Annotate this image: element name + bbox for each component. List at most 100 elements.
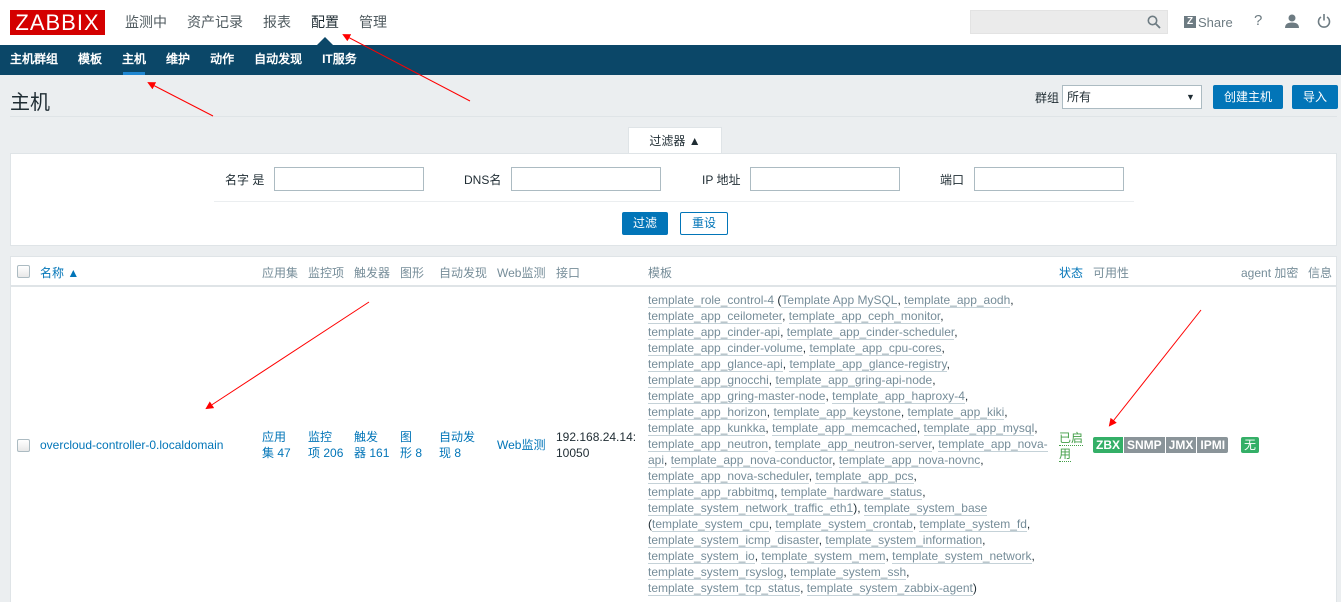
main-menu-inventory[interactable]: 资产记录 [177,0,253,45]
template-link[interactable]: template_app_kiki [907,405,1005,420]
template-link[interactable]: template_system_zabbix-agent [806,581,973,596]
template-link[interactable]: template_app_pcs [815,469,914,484]
template-link[interactable]: template_app_glance-registry [789,357,947,372]
column-name[interactable]: 名称 ▲ [40,264,79,281]
search-input[interactable] [971,11,1141,33]
sub-menu-host-groups[interactable]: 主机群组 [0,45,68,75]
template-link[interactable]: template_app_gnocchi [648,373,769,388]
template-link[interactable]: template_app_nova-scheduler [648,469,809,484]
template-link[interactable]: template_app_haproxy-4 [832,389,965,404]
discovery-link[interactable]: 自动发 现 8 [439,429,489,461]
template-link[interactable]: template_app_ceilometer [648,309,783,324]
template-link[interactable]: Template App MySQL [781,293,898,308]
template-link[interactable]: template_system_network [892,549,1032,564]
filter-toggle-tab[interactable]: 过滤器 ▲ [628,127,722,154]
template-link[interactable]: template_system_icmp_disaster [648,533,819,548]
sub-menu-discovery[interactable]: 自动发现 [244,45,312,75]
template-link[interactable]: template_app_cinder-scheduler [786,325,955,340]
filter-port-input[interactable] [974,167,1125,191]
template-separator: , [946,357,950,371]
hosts-table: 名称 ▲ 应用集 监控项 触发器 图形 自动发现 Web监测 接口 模板 状态 … [10,256,1337,602]
template-link[interactable]: template_app_aodh [904,293,1011,308]
sub-menu-hosts[interactable]: 主机 [112,45,156,75]
template-link[interactable]: template_hardware_status [780,485,923,500]
create-host-button[interactable]: 创建主机 [1212,85,1283,109]
import-button[interactable]: 导入 [1291,85,1338,109]
column-applications: 应用集 [262,266,299,280]
sub-menu-it-services[interactable]: IT服务 [312,45,367,75]
share-button[interactable]: Z Share [1184,14,1233,30]
filter-ip-input[interactable] [750,167,901,191]
main-menu: 监测中 资产记录 报表 配置 管理 [115,0,397,45]
template-link[interactable]: template_app_keystone [773,405,901,420]
interface-port: 10050 [556,446,590,460]
template-link[interactable]: template_app_neutron [648,437,769,452]
host-name-link[interactable]: overcloud-controller-0.localdomain [40,437,223,453]
status-enabled-toggle[interactable]: 已启 用 [1059,430,1087,462]
template-link[interactable]: template_system_crontab [775,517,913,532]
main-menu-administration[interactable]: 管理 [349,0,397,45]
template-link[interactable]: template_app_cinder-api [648,325,781,340]
template-link[interactable]: template_system_rsyslog [648,565,784,580]
template-separator: , [941,341,945,355]
main-menu-configuration[interactable]: 配置 [301,0,349,45]
interface-cell: 192.168.24.14: 10050 [556,429,636,461]
group-select[interactable]: 所有 ▼ [1061,85,1202,109]
search-box [970,10,1168,34]
filter-apply-button[interactable]: 过滤 [622,212,668,235]
filter-dns-input[interactable] [511,167,662,191]
user-profile-icon[interactable] [1285,14,1299,29]
sign-out-icon[interactable] [1317,13,1331,28]
template-link[interactable]: template_app_glance-api [648,357,783,372]
template-link[interactable]: template_app_neutron-server [774,437,932,452]
triggers-link[interactable]: 触发 器 161 [354,429,398,461]
row-checkbox[interactable] [17,439,30,452]
template-link[interactable]: template_app_ceph_monitor [788,309,941,324]
top-header: ZABBIX 监测中 资产记录 报表 配置 管理 Z Share ? [0,0,1341,45]
template-separator: , [774,485,781,499]
items-link[interactable]: 监控 项 206 [308,429,352,461]
template-link[interactable]: template_system_mem [761,549,886,564]
select-all-checkbox[interactable] [17,265,30,278]
template-link[interactable]: template_system_tcp_status [648,581,801,596]
template-link[interactable]: template_app_nova-novnc [838,453,981,468]
template-link[interactable]: template_app_rabbitmq [648,485,775,500]
availability-ipmi-badge: IPMI [1197,437,1229,453]
sub-menu-maintenance[interactable]: 维护 [156,45,200,75]
template-link[interactable]: template_role_control-4 [648,293,775,308]
template-separator: , [1031,549,1035,563]
template-link[interactable]: template_system_base [863,501,988,516]
main-menu-reports[interactable]: 报表 [253,0,301,45]
template-separator: ), [853,501,864,515]
template-link[interactable]: template_system_cpu [652,517,769,532]
help-icon[interactable]: ? [1254,12,1262,29]
template-link[interactable]: template_app_cinder-volume [648,341,803,356]
template-link[interactable]: template_system_fd [919,517,1027,532]
main-menu-monitoring[interactable]: 监测中 [115,0,177,45]
template-link[interactable]: template_app_gring-master-node [648,389,826,404]
applications-link[interactable]: 应用 集 47 [262,429,302,461]
filter-name-input[interactable] [274,167,425,191]
search-icon[interactable] [1147,15,1161,29]
template-link[interactable]: template_system_information [825,533,983,548]
template-link[interactable]: template_app_mysql [923,421,1035,436]
discovery-label2: 现 [439,446,452,460]
template-link[interactable]: template_system_io [648,549,755,564]
sub-menu-templates[interactable]: 模板 [68,45,112,75]
column-status[interactable]: 状态 [1059,264,1083,281]
template-link[interactable]: template_app_cpu-cores [809,341,942,356]
filter-reset-button[interactable]: 重设 [680,212,728,235]
filter-ip-field: IP 地址 [702,167,901,191]
template-link[interactable]: template_app_gring-api-node [775,373,933,388]
template-link[interactable]: template_app_memcached [772,421,917,436]
template-link[interactable]: template_app_horizon [648,405,767,420]
template-link[interactable]: template_system_network_traffic_eth1 [648,501,854,516]
graphs-link[interactable]: 图 形 8 [400,429,434,461]
template-link[interactable]: template_app_kunkka [648,421,766,436]
template-link[interactable]: template_system_ssh [790,565,907,580]
web-monitoring-link[interactable]: Web监测 [497,437,545,453]
sub-menu-actions[interactable]: 动作 [200,45,244,75]
template-link[interactable]: template_app_nova-conductor [670,453,833,468]
template-separator: , [906,565,910,579]
zabbix-logo[interactable]: ZABBIX [10,10,105,35]
